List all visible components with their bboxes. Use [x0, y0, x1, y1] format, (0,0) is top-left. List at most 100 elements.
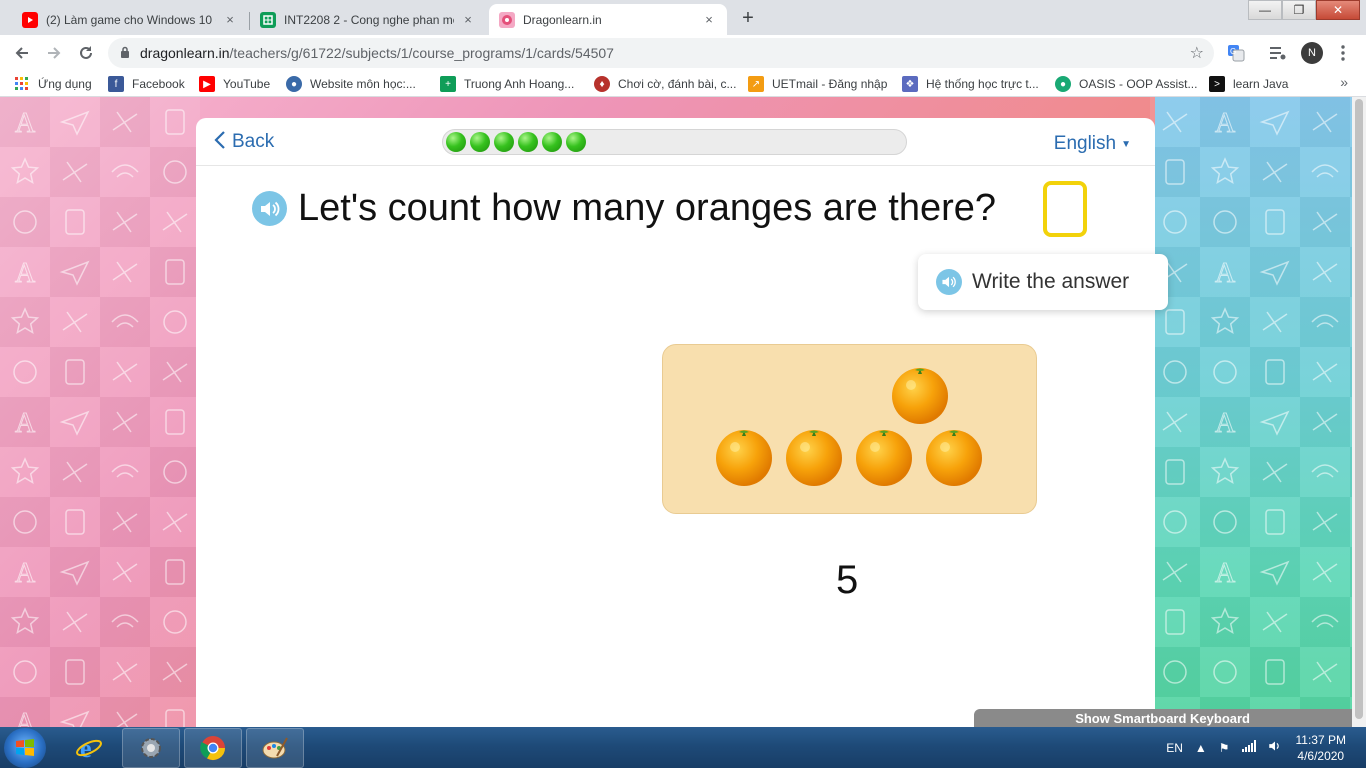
background-doodle-icon: A	[15, 708, 37, 728]
taskbar-clock[interactable]: 11:37 PM 4/6/2020	[1296, 732, 1346, 764]
page-scrollbar[interactable]	[1352, 97, 1366, 727]
address-bar[interactable]: dragonlearn.in/teachers/g/61722/subjects…	[108, 38, 1214, 68]
network-signal-icon[interactable]	[1241, 740, 1256, 755]
background-doodle-icon	[1150, 97, 1200, 147]
url-text: dragonlearn.in/teachers/g/61722/subjects…	[140, 45, 614, 61]
background-doodle-icon	[150, 597, 200, 647]
bookmark-label: Website môn học:...	[310, 77, 416, 91]
svg-text:A: A	[15, 108, 36, 139]
svg-text:G: G	[1230, 47, 1236, 56]
lock-icon	[120, 46, 130, 61]
language-dropdown[interactable]: English ▼	[1054, 133, 1131, 155]
background-doodle-icon	[59, 560, 90, 586]
speaker-icon[interactable]	[936, 269, 962, 295]
bookmark-oasis[interactable]: ● OASIS - OOP Assist...	[1055, 75, 1197, 93]
scrollbar-thumb[interactable]	[1355, 99, 1363, 719]
svg-text:A: A	[1215, 558, 1236, 589]
background-doodle-icon	[1250, 497, 1300, 547]
youtube-icon	[22, 11, 38, 28]
background-doodle-icon	[1163, 360, 1187, 384]
background-doodle-icon	[13, 510, 37, 534]
url-host: dragonlearn.in	[140, 45, 230, 61]
background-doodle-icon	[162, 361, 188, 383]
bookmark-apps[interactable]: Ứng dụng	[14, 75, 92, 93]
chrome-icon[interactable]	[184, 728, 242, 768]
bookmarks-more-icon[interactable]: »	[1340, 74, 1348, 90]
bookmark-uetmail[interactable]: ↗ UETmail - Đăng nhập	[748, 75, 887, 93]
media-playlist-icon[interactable]	[1268, 43, 1288, 63]
menu-dots-icon[interactable]	[1333, 43, 1353, 63]
bookmarks-bar: Ứng dụng f Facebook ▶ YouTube ● Website …	[0, 71, 1366, 97]
background-doodle-icon	[100, 547, 150, 597]
svg-text:A: A	[15, 708, 36, 727]
control-panel-icon[interactable]	[122, 728, 180, 768]
bookmark-he-thong-hoc[interactable]: ❖ Hệ thống học trực t...	[902, 75, 1039, 93]
background-doodle-icon	[62, 461, 88, 483]
tab-sheets[interactable]: INT2208 2 - Cong nghe phan me ×	[250, 4, 486, 35]
dragonlearn-icon	[499, 11, 515, 28]
background-doodle-icon	[100, 447, 150, 497]
background-doodle-icon	[59, 260, 90, 286]
new-tab-button[interactable]: +	[735, 5, 761, 31]
bookmark-youtube[interactable]: ▶ YouTube	[199, 75, 270, 93]
url-path: /teachers/g/61722/subjects/1/course_prog…	[229, 45, 614, 61]
internet-explorer-icon[interactable]: e	[60, 728, 118, 768]
minimize-icon[interactable]: —	[1248, 0, 1282, 20]
bookmark-label: Truong Anh Hoang...	[464, 77, 575, 91]
background-doodle-icon	[50, 397, 100, 447]
paint-icon[interactable]	[246, 728, 304, 768]
bookmark-truong-anh-hoang[interactable]: + Truong Anh Hoang...	[440, 75, 574, 93]
close-icon[interactable]: ×	[701, 12, 717, 27]
background-doodle-icon	[1300, 547, 1350, 597]
tab-youtube[interactable]: (2) Làm game cho Windows 10 + ×	[12, 4, 248, 35]
orange-icon	[785, 427, 843, 487]
back-button[interactable]: Back	[214, 130, 274, 154]
smartboard-keyboard-button[interactable]: Show Smartboard Keyboard	[974, 709, 1366, 727]
system-tray: EN ▲ ⚑ 11:37 PM 4/6/2020	[1160, 727, 1366, 768]
background-doodle-icon	[100, 347, 150, 397]
start-button[interactable]	[4, 728, 46, 768]
tab-title: (2) Làm game cho Windows 10 +	[46, 12, 216, 27]
input-language[interactable]: EN	[1166, 741, 1183, 755]
background-doodle-icon	[1250, 397, 1300, 447]
bookmark-website-mon-hoc[interactable]: ● Website môn học:...	[286, 75, 416, 93]
background-doodle-icon	[1300, 247, 1350, 297]
translate-icon[interactable]: G	[1226, 43, 1246, 63]
speaker-icon[interactable]	[252, 191, 287, 226]
maximize-icon[interactable]: ❐	[1282, 0, 1316, 20]
tab-dragonlearn[interactable]: Dragonlearn.in ×	[489, 4, 727, 35]
bookmark-label: Ứng dụng	[38, 77, 92, 91]
close-icon[interactable]: ×	[222, 12, 238, 27]
bookmark-facebook[interactable]: f Facebook	[108, 75, 185, 93]
background-doodle-icon	[1262, 161, 1288, 183]
lesson-header: Back English ▼	[196, 118, 1155, 166]
show-hidden-icons-icon[interactable]: ▲	[1195, 741, 1207, 755]
background-doodle-icon	[1200, 647, 1250, 697]
back-arrow-icon[interactable]	[8, 39, 36, 67]
tab-title: INT2208 2 - Cong nghe phan me	[284, 12, 454, 27]
background-doodle-icon	[1165, 459, 1185, 485]
reload-icon[interactable]	[72, 39, 100, 67]
bookmark-star-icon[interactable]: ☆	[1190, 43, 1204, 63]
background-doodle-icon	[1250, 597, 1300, 647]
action-center-flag-icon[interactable]: ⚑	[1219, 741, 1230, 755]
background-doodle-icon	[165, 559, 185, 585]
background-doodle-icon	[150, 397, 200, 447]
browser-toolbar: dragonlearn.in/teachers/g/61722/subjects…	[0, 35, 1366, 71]
close-icon[interactable]: ×	[460, 12, 476, 27]
caret-down-icon: ▼	[1121, 138, 1131, 150]
bookmark-label: Hệ thống học trực t...	[926, 77, 1039, 91]
answer-input[interactable]	[1043, 181, 1087, 237]
volume-icon[interactable]	[1268, 740, 1282, 755]
bookmark-choi-co[interactable]: ♦ Chơi cờ, đánh bài, c...	[594, 75, 736, 93]
background-doodle-icon	[100, 147, 150, 197]
background-doodle-icon	[1210, 607, 1240, 635]
background-doodle-icon	[13, 210, 37, 234]
background-doodle-icon	[112, 511, 138, 533]
bookmark-learn-java[interactable]: > learn Java	[1209, 75, 1288, 93]
background-doodle-icon	[1162, 561, 1188, 583]
globe-icon: ●	[286, 76, 302, 92]
avatar[interactable]: N	[1301, 42, 1323, 64]
forward-arrow-icon[interactable]	[40, 39, 68, 67]
close-window-icon[interactable]: ✕	[1316, 0, 1360, 20]
